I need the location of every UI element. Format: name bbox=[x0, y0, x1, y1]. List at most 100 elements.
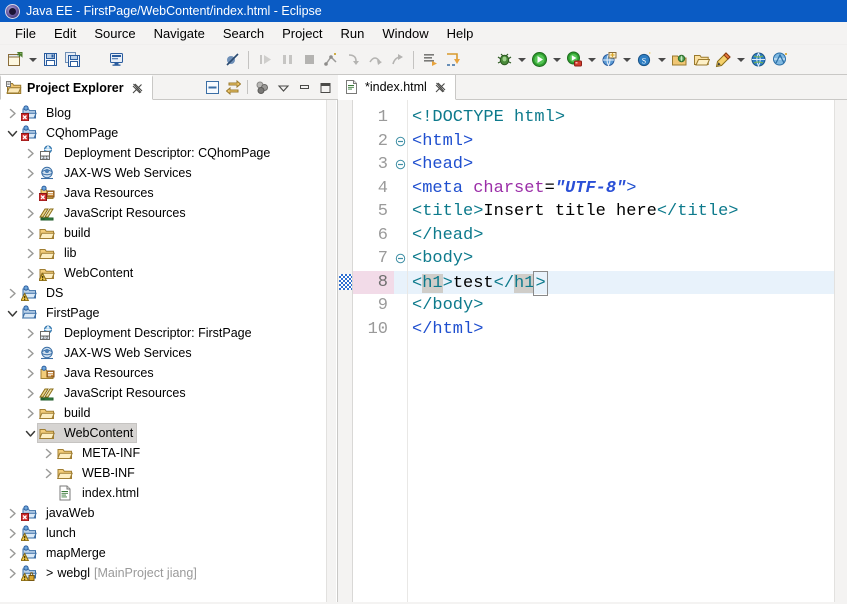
next-annotation-icon[interactable] bbox=[419, 49, 441, 71]
tree-item[interactable]: Blog bbox=[0, 103, 337, 123]
link-with-editor-icon[interactable] bbox=[223, 77, 243, 97]
chevron-down-icon[interactable] bbox=[22, 425, 38, 441]
view-menu-icon[interactable] bbox=[273, 77, 293, 97]
new-dropdown-caret[interactable] bbox=[26, 49, 39, 71]
annotation-ruler[interactable] bbox=[338, 100, 353, 604]
close-icon[interactable] bbox=[130, 81, 146, 95]
tree-item[interactable]: index.html bbox=[0, 483, 337, 503]
code-line[interactable]: <html> bbox=[408, 130, 847, 154]
chevron-right-icon[interactable] bbox=[22, 225, 38, 241]
chevron-down-icon[interactable] bbox=[4, 125, 20, 141]
console-monitor-icon[interactable] bbox=[105, 49, 127, 71]
new-wizard-icon[interactable] bbox=[4, 49, 26, 71]
run-icon[interactable] bbox=[528, 49, 550, 71]
tree-item[interactable]: CQhomPage bbox=[0, 123, 337, 143]
code-line[interactable]: </body> bbox=[408, 294, 847, 318]
tab-project-explorer[interactable]: Project Explorer bbox=[0, 75, 153, 100]
chevron-right-icon[interactable] bbox=[4, 565, 20, 581]
previous-annotation-icon[interactable] bbox=[441, 49, 463, 71]
open-package-icon[interactable] bbox=[668, 49, 690, 71]
save-all-icon[interactable] bbox=[61, 49, 83, 71]
code-line[interactable]: <body> bbox=[408, 247, 847, 271]
chevron-right-icon[interactable] bbox=[22, 385, 38, 401]
tree-item[interactable]: lib bbox=[0, 243, 337, 263]
chevron-right-icon[interactable] bbox=[22, 345, 38, 361]
folding-ruler[interactable] bbox=[394, 100, 408, 604]
chevron-right-icon[interactable] bbox=[22, 405, 38, 421]
tree-item[interactable]: JavaScript Resources bbox=[0, 383, 337, 403]
chevron-right-icon[interactable] bbox=[22, 245, 38, 261]
menu-item-edit[interactable]: Edit bbox=[45, 24, 85, 43]
chevron-down-icon[interactable] bbox=[4, 305, 20, 321]
source-editor[interactable]: 1 2 3 4 5 6 7 8 9 10 <!DOCTYPE html> <html> <head> <… bbox=[338, 100, 847, 604]
chevron-right-icon[interactable] bbox=[4, 545, 20, 561]
chevron-right-icon[interactable] bbox=[22, 205, 38, 221]
tree-item[interactable]: mapMerge bbox=[0, 543, 337, 563]
edit-dropdown-caret[interactable] bbox=[734, 49, 747, 71]
tree-item[interactable]: > webgl [MainProject jiang] bbox=[0, 563, 337, 583]
web-dropdown-caret[interactable] bbox=[620, 49, 633, 71]
chevron-right-icon[interactable] bbox=[4, 105, 20, 121]
code-line[interactable]: <title>Insert title here</title> bbox=[408, 200, 847, 224]
save-icon[interactable] bbox=[39, 49, 61, 71]
collapse-all-icon[interactable] bbox=[202, 77, 222, 97]
close-icon[interactable] bbox=[433, 80, 449, 94]
menu-item-project[interactable]: Project bbox=[273, 24, 331, 43]
open-folder-icon[interactable] bbox=[690, 49, 712, 71]
tree-item[interactable]: 3.0 Deployment Descriptor: FirstPage bbox=[0, 323, 337, 343]
tree-item[interactable]: JavaScript Resources bbox=[0, 203, 337, 223]
code-line[interactable]: </html> bbox=[408, 318, 847, 342]
fold-collapse-icon[interactable] bbox=[394, 247, 407, 271]
run-on-server-icon[interactable] bbox=[563, 49, 585, 71]
edit-pencil-icon[interactable] bbox=[712, 49, 734, 71]
server2-dropdown-caret[interactable] bbox=[655, 49, 668, 71]
tree-item[interactable]: WebContent bbox=[0, 263, 337, 283]
tab-index-html[interactable]: *index.html bbox=[338, 75, 456, 100]
menu-item-window[interactable]: Window bbox=[373, 24, 437, 43]
code-line[interactable]: <meta charset="UTF-8"> bbox=[408, 177, 847, 201]
fold-collapse-icon[interactable] bbox=[394, 130, 407, 154]
tree-item[interactable]: FirstPage bbox=[0, 303, 337, 323]
code-line[interactable]: <head> bbox=[408, 153, 847, 177]
tree-item[interactable]: 3.1 Deployment Descriptor: CQhomPage bbox=[0, 143, 337, 163]
fold-collapse-icon[interactable] bbox=[394, 153, 407, 177]
tree-item[interactable]: JAX-WS Web Services bbox=[0, 343, 337, 363]
tree-vertical-scrollbar[interactable] bbox=[326, 100, 336, 604]
focus-on-active-task-icon[interactable] bbox=[252, 77, 272, 97]
minimize-icon[interactable] bbox=[294, 77, 314, 97]
code-line[interactable]: <!DOCTYPE html> bbox=[408, 106, 847, 130]
new-server-icon[interactable]: S bbox=[633, 49, 655, 71]
tree-item[interactable]: build bbox=[0, 223, 337, 243]
chevron-right-icon[interactable] bbox=[22, 145, 38, 161]
chevron-right-icon[interactable] bbox=[4, 525, 20, 541]
tree-item[interactable]: WebContent bbox=[0, 423, 337, 443]
chevron-right-icon[interactable] bbox=[22, 365, 38, 381]
chevron-right-icon[interactable] bbox=[4, 505, 20, 521]
run-dropdown-caret[interactable] bbox=[550, 49, 563, 71]
chevron-right-icon[interactable] bbox=[4, 285, 20, 301]
new-web-project-icon[interactable] bbox=[598, 49, 620, 71]
tree-item[interactable]: Java Resources bbox=[0, 363, 337, 383]
web-browser-icon[interactable] bbox=[747, 49, 769, 71]
tree-item[interactable]: JAX-WS Web Services bbox=[0, 163, 337, 183]
menu-item-source[interactable]: Source bbox=[85, 24, 144, 43]
tree-item[interactable]: lunch bbox=[0, 523, 337, 543]
chevron-right-icon[interactable] bbox=[40, 445, 56, 461]
chevron-right-icon[interactable] bbox=[40, 465, 56, 481]
chevron-right-icon[interactable] bbox=[22, 185, 38, 201]
project-tree[interactable]: Blog CQhomPage 3.1 Deployment Descriptor: C… bbox=[0, 100, 338, 604]
code-text[interactable]: <!DOCTYPE html> <html> <head> <meta charset… bbox=[408, 100, 847, 604]
server-dropdown-caret[interactable] bbox=[585, 49, 598, 71]
chevron-right-icon[interactable] bbox=[22, 265, 38, 281]
tree-item[interactable]: WEB-INF bbox=[0, 463, 337, 483]
change-marker[interactable] bbox=[339, 273, 352, 290]
debug-icon[interactable] bbox=[493, 49, 515, 71]
editor-vertical-scrollbar[interactable] bbox=[834, 100, 847, 604]
tree-item[interactable]: META-INF bbox=[0, 443, 337, 463]
maximize-icon[interactable] bbox=[315, 77, 335, 97]
code-line[interactable]: <h1>test</h1> bbox=[408, 270, 847, 296]
chevron-right-icon[interactable] bbox=[22, 165, 38, 181]
tree-item[interactable]: build bbox=[0, 403, 337, 423]
menu-item-search[interactable]: Search bbox=[214, 24, 273, 43]
menu-item-navigate[interactable]: Navigate bbox=[145, 24, 214, 43]
